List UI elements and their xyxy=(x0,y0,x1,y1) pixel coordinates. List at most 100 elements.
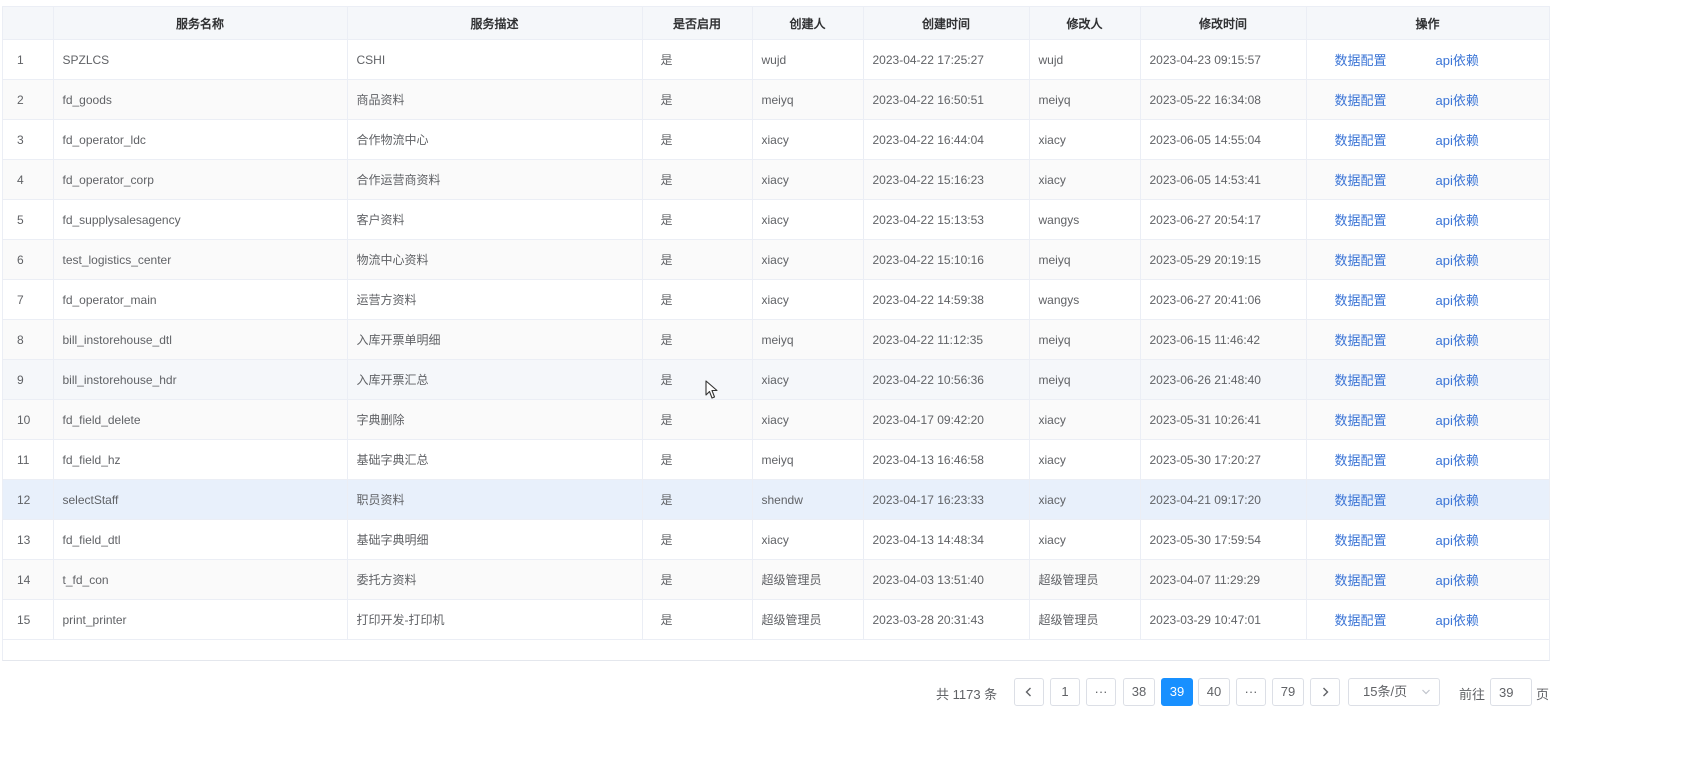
cell-service-name: bill_instorehouse_dtl xyxy=(53,319,348,360)
pagination-total: 共 1173 条 xyxy=(936,687,998,702)
cell-service-name: fd_supplysalesagency xyxy=(53,199,348,240)
column-header-service-name[interactable]: 服务名称 xyxy=(53,7,348,40)
page-button-1[interactable]: 1 xyxy=(1050,678,1080,706)
api-dependency-link[interactable]: api依赖 xyxy=(1436,50,1479,69)
page-ellipsis-next[interactable]: ··· xyxy=(1236,678,1266,706)
data-config-link[interactable]: 数据配置 xyxy=(1335,410,1387,429)
data-config-link[interactable]: 数据配置 xyxy=(1335,290,1387,309)
page-button-40[interactable]: 40 xyxy=(1198,678,1230,706)
api-dependency-link[interactable]: api依赖 xyxy=(1436,130,1479,149)
cell-modified-time: 2023-05-22 16:34:08 xyxy=(1140,79,1307,120)
page-button-38[interactable]: 38 xyxy=(1123,678,1155,706)
cell-actions: 数据配置 api依赖 xyxy=(1306,79,1549,120)
data-config-link[interactable]: 数据配置 xyxy=(1335,210,1387,229)
table-row[interactable]: 7 fd_operator_main 运营方资料是 xiacy 2023-04-22 1… xyxy=(3,279,1549,320)
api-dependency-link[interactable]: api依赖 xyxy=(1436,290,1479,309)
table-row[interactable]: 12 selectStaff 职员资料是 shendw 2023-04-17 16:23… xyxy=(3,479,1549,520)
data-config-link[interactable]: 数据配置 xyxy=(1335,610,1387,629)
cell-enabled: 是 xyxy=(642,519,753,560)
data-config-link[interactable]: 数据配置 xyxy=(1335,170,1387,189)
cell-service-desc: 委托方资料 xyxy=(347,559,643,600)
cell-service-name: SPZLCS xyxy=(53,39,348,80)
table-row[interactable]: 3 fd_operator_ldc 合作物流中心是 xiacy 2023-04-22 1… xyxy=(3,119,1549,160)
table-row[interactable]: 8 bill_instorehouse_dtl 入库开票单明细是 meiyq 2023-… xyxy=(3,319,1549,360)
cell-modifier: wujd xyxy=(1029,39,1141,80)
data-config-link[interactable]: 数据配置 xyxy=(1335,370,1387,389)
cell-created-time: 2023-04-22 10:56:36 xyxy=(863,359,1030,400)
table-row[interactable]: 6 test_logistics_center 物流中心资料是 xiacy 2023-0… xyxy=(3,239,1549,280)
api-dependency-link[interactable]: api依赖 xyxy=(1436,410,1479,429)
next-page-button[interactable] xyxy=(1310,678,1340,706)
table-row[interactable]: 5 fd_supplysalesagency 客户资料是 xiacy 2023-04-2… xyxy=(3,199,1549,240)
column-header-modified-time[interactable]: 修改时间 xyxy=(1140,7,1307,40)
cell-modified-time: 2023-04-21 09:17:20 xyxy=(1140,479,1307,520)
cell-created-time: 2023-04-22 11:12:35 xyxy=(863,319,1030,360)
cell-actions: 数据配置 api依赖 xyxy=(1306,39,1549,80)
cell-index: 11 xyxy=(3,439,54,480)
cell-creator: meiyq xyxy=(752,79,864,120)
cell-actions: 数据配置 api依赖 xyxy=(1306,359,1549,400)
table-row[interactable]: 9 bill_instorehouse_hdr 入库开票汇总是 xiacy 2023-0… xyxy=(3,359,1549,400)
data-config-link[interactable]: 数据配置 xyxy=(1335,570,1387,589)
data-config-link[interactable]: 数据配置 xyxy=(1335,130,1387,149)
cell-creator: 超级管理员 xyxy=(752,559,864,600)
table-row[interactable]: 13 fd_field_dtl 基础字典明细是 xiacy 2023-04-13 14:… xyxy=(3,519,1549,560)
api-dependency-link[interactable]: api依赖 xyxy=(1436,490,1479,509)
column-header-enabled[interactable]: 是否启用 xyxy=(642,7,753,40)
api-dependency-link[interactable]: api依赖 xyxy=(1436,250,1479,269)
table-row[interactable]: 10 fd_field_delete 字典删除是 xiacy 2023-04-17 09… xyxy=(3,399,1549,440)
api-dependency-link[interactable]: api依赖 xyxy=(1436,330,1479,349)
cell-enabled: 是 xyxy=(642,39,753,80)
column-header-created-time[interactable]: 创建时间 xyxy=(863,7,1030,40)
cell-modifier: xiacy xyxy=(1029,159,1141,200)
table-row[interactable]: 15 print_printer 打印开发-打印机是超级管理员 2023-03-28 … xyxy=(3,599,1549,640)
cell-enabled: 是 xyxy=(642,399,753,440)
prev-page-button[interactable] xyxy=(1014,678,1044,706)
api-dependency-link[interactable]: api依赖 xyxy=(1436,570,1479,589)
cell-creator: xiacy xyxy=(752,119,864,160)
page-button-39-current[interactable]: 39 xyxy=(1161,678,1193,706)
data-config-link[interactable]: 数据配置 xyxy=(1335,330,1387,349)
column-header-service-desc[interactable]: 服务描述 xyxy=(347,7,643,40)
table-row[interactable]: 1 SPZLCS CSHI 是 wujd 2023-04-22 17:25:27 wujd 2… xyxy=(3,39,1549,80)
api-dependency-link[interactable]: api依赖 xyxy=(1436,210,1479,229)
column-header-creator[interactable]: 创建人 xyxy=(752,7,864,40)
data-config-link[interactable]: 数据配置 xyxy=(1335,450,1387,469)
cell-creator: meiyq xyxy=(752,319,864,360)
table-row[interactable]: 11 fd_field_hz 基础字典汇总是 meiyq 2023-04-13 16:4… xyxy=(3,439,1549,480)
cell-modified-time: 2023-06-15 11:46:42 xyxy=(1140,319,1307,360)
api-dependency-link[interactable]: api依赖 xyxy=(1436,450,1479,469)
data-config-link[interactable]: 数据配置 xyxy=(1335,530,1387,549)
page-button-79[interactable]: 79 xyxy=(1272,678,1304,706)
cell-creator: 超级管理员 xyxy=(752,599,864,640)
page-size-select[interactable]: 15条/页 xyxy=(1348,678,1440,706)
data-config-link[interactable]: 数据配置 xyxy=(1335,50,1387,69)
cell-modified-time: 2023-05-31 10:26:41 xyxy=(1140,399,1307,440)
cell-actions: 数据配置 api依赖 xyxy=(1306,279,1549,320)
cell-index: 12 xyxy=(3,479,54,520)
table-row[interactable]: 2 fd_goods 商品资料是 meiyq 2023-04-22 16:50:51 me… xyxy=(3,79,1549,120)
cell-service-name: fd_field_hz xyxy=(53,439,348,480)
api-dependency-link[interactable]: api依赖 xyxy=(1436,610,1479,629)
goto-label: 前往 xyxy=(1459,687,1486,702)
data-config-link[interactable]: 数据配置 xyxy=(1335,490,1387,509)
api-dependency-link[interactable]: api依赖 xyxy=(1436,170,1479,189)
data-config-link[interactable]: 数据配置 xyxy=(1335,90,1387,109)
data-config-link[interactable]: 数据配置 xyxy=(1335,250,1387,269)
api-dependency-link[interactable]: api依赖 xyxy=(1436,370,1479,389)
cell-modified-time: 2023-06-27 20:54:17 xyxy=(1140,199,1307,240)
service-table-grid: 服务名称 服务描述 是否启用 创建人 创建时间 修改人 修改时间 操作 1 SPZ… xyxy=(3,7,1549,640)
cell-created-time: 2023-03-28 20:31:43 xyxy=(863,599,1030,640)
goto-page-input[interactable] xyxy=(1490,678,1532,706)
cell-creator: meiyq xyxy=(752,439,864,480)
cell-modifier: wangys xyxy=(1029,279,1141,320)
api-dependency-link[interactable]: api依赖 xyxy=(1436,90,1479,109)
cell-enabled: 是 xyxy=(642,279,753,320)
column-header-actions: 操作 xyxy=(1306,7,1549,40)
column-header-modifier[interactable]: 修改人 xyxy=(1029,7,1141,40)
page-ellipsis-prev[interactable]: ··· xyxy=(1086,678,1116,706)
cell-index: 14 xyxy=(3,559,54,600)
api-dependency-link[interactable]: api依赖 xyxy=(1436,530,1479,549)
table-row[interactable]: 14 t_fd_con 委托方资料是超级管理员 2023-04-03 13:51:40… xyxy=(3,559,1549,600)
table-row[interactable]: 4 fd_operator_corp 合作运营商资料是 xiacy 2023-04-22… xyxy=(3,159,1549,200)
